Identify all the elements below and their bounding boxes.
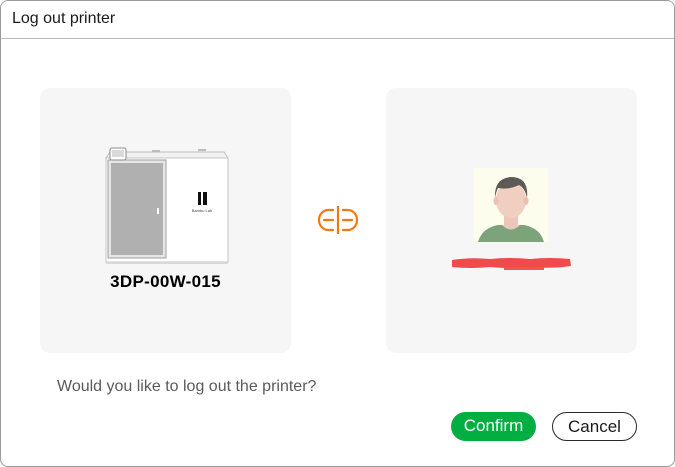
logout-question: Would you like to log out the printer? bbox=[57, 378, 317, 395]
printer-name: 3DP-00W-015 bbox=[110, 272, 221, 291]
printer-card: Bambu Lab 3DP-00W-015 bbox=[40, 88, 291, 353]
user-card bbox=[386, 88, 637, 353]
printer-brand-logo-text: Bambu Lab bbox=[192, 208, 213, 213]
printer-image: Bambu Lab bbox=[105, 147, 229, 264]
cancel-button[interactable]: Cancel bbox=[552, 412, 637, 441]
dialog-titlebar: Log out printer bbox=[1, 1, 674, 39]
redacted-username bbox=[452, 258, 571, 270]
logout-printer-dialog: Log out printer Bambu Lab 3DP-00W-015 Wo… bbox=[0, 0, 675, 467]
link-broken-icon bbox=[317, 206, 359, 234]
confirm-button[interactable]: Confirm bbox=[451, 412, 536, 441]
dialog-title: Log out printer bbox=[12, 10, 116, 27]
user-avatar-icon bbox=[474, 168, 548, 242]
